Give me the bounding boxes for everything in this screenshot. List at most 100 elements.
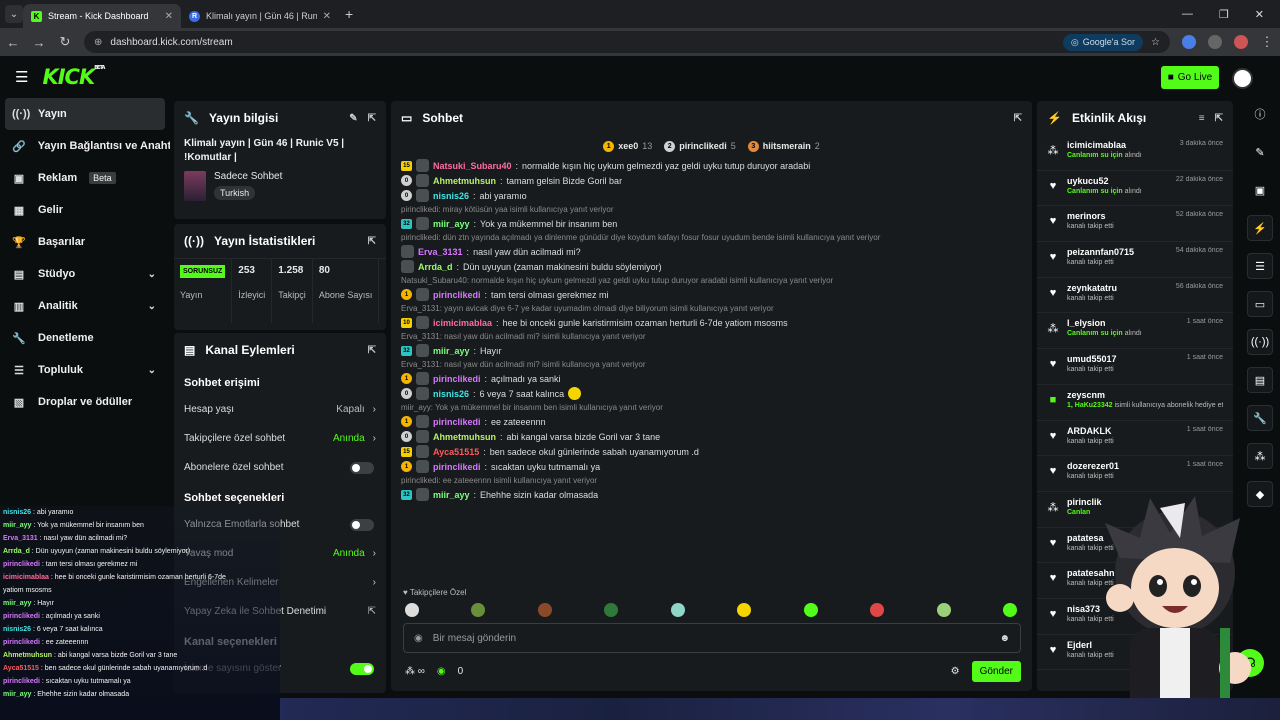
chevron-down-icon[interactable]: ⌄	[148, 301, 156, 312]
emote-icon[interactable]	[737, 603, 752, 617]
url-field[interactable]: ⊕ dashboard.kick.com/stream ◎ Google'a So…	[84, 31, 1170, 53]
popout-icon[interactable]: ⇱	[368, 606, 376, 617]
close-window-icon[interactable]: ✕	[1255, 8, 1264, 21]
chat-input[interactable]: ◉ Bir mesaj gönderin ☻	[403, 623, 1021, 653]
chat-username[interactable]: pirinclikedi	[433, 373, 481, 385]
points-icon[interactable]: ⁂ ∞	[405, 666, 425, 677]
chat-icon[interactable]: ▭	[1247, 291, 1273, 317]
top-gifter-3[interactable]: 3 hiitsmerain 2	[747, 140, 820, 152]
chat-username[interactable]: miir_ayy	[433, 218, 470, 230]
bookmark-star-icon[interactable]: ☆	[1151, 37, 1160, 48]
hamburger-menu-icon[interactable]: ☰	[15, 68, 28, 86]
chat-message[interactable]: Erva_3131: nasıl yaw dün acilmadi mi?	[401, 245, 1021, 258]
chat-message[interactable]: 1 pirinclikedi: açılmadı ya sanki	[401, 372, 1021, 385]
chat-message[interactable]: 1 pirinclikedi: tam tersi olması gerekmez …	[401, 288, 1021, 301]
sidebar-item-1[interactable]: ((·)) Yayın	[5, 98, 165, 130]
chat-message[interactable]: 1 pirinclikedi: ee zateeennn	[401, 415, 1021, 428]
chat-settings-icon[interactable]: ◉	[414, 633, 423, 644]
chevron-right-icon[interactable]: ›	[373, 577, 376, 588]
chat-username[interactable]: pirinclikedi	[433, 416, 481, 428]
emote-icon[interactable]	[471, 603, 486, 617]
setting-row[interactable]: Takipçilere özel sohbet Anında ›	[174, 424, 386, 453]
info-icon[interactable]: ⓘ	[1247, 101, 1273, 127]
tab-search-icon[interactable]: ⌄	[5, 5, 23, 23]
channel-icon[interactable]: ▤	[1247, 367, 1273, 393]
chevron-right-icon[interactable]: ›	[373, 433, 376, 444]
chat-username[interactable]: miir_ayy	[433, 345, 470, 357]
restore-icon[interactable]: ❐	[1219, 8, 1229, 21]
new-tab-icon[interactable]: +	[345, 6, 353, 22]
sidebar-item-6[interactable]: ▤ Stüdyo ⌄	[0, 258, 170, 290]
chat-message[interactable]: 0 nisnis26:6 veya 7 saat kalınca	[401, 387, 1021, 400]
gear-icon[interactable]: ⚙	[951, 666, 960, 677]
tab-stream-page[interactable]: R Klimalı yayın | Gün 46 | Runic V ✕	[181, 4, 339, 28]
emote-icon[interactable]	[870, 603, 885, 617]
feed-item[interactable]: ♥ ARDAKLK 1 saat önce kanalı takip etti	[1037, 421, 1233, 457]
extensions-puzzle-icon[interactable]	[1208, 35, 1222, 49]
site-info-icon[interactable]: ⊕	[94, 37, 102, 48]
toggle-switch[interactable]	[350, 662, 374, 675]
chat-message[interactable]: 1 pirinclikedi: sıcaktan uyku tutmamalı ya	[401, 460, 1021, 473]
chevron-down-icon[interactable]: ⌄	[148, 269, 156, 280]
chat-username[interactable]: Natsuki_Subaru40	[433, 160, 512, 172]
popout-icon[interactable]: ⇱	[368, 345, 376, 356]
google-ask-button[interactable]: ◎ Google'a Sor	[1062, 33, 1144, 51]
sidebar-item-4[interactable]: ▦ Gelir	[0, 194, 170, 226]
popout-icon[interactable]: ⇱	[368, 236, 376, 247]
sidebar-item-2[interactable]: 🔗 Yayın Bağlantısı ve Anahtar	[0, 130, 170, 162]
points-icon[interactable]: ⁂	[1247, 443, 1273, 469]
popout-icon[interactable]: ⇱	[368, 113, 376, 124]
wrench-icon[interactable]: 🔧	[1247, 405, 1273, 431]
chat-message[interactable]: 10 icimicimablaa: hee bi onceki gunle kari…	[401, 316, 1021, 329]
chat-username[interactable]: Erva_3131	[418, 246, 463, 258]
emote-icon[interactable]	[537, 603, 552, 617]
feed-item[interactable]: ♥ umud55017 1 saat önce kanalı takip etti	[1037, 349, 1233, 385]
chat-username[interactable]: nisnis26	[433, 190, 469, 202]
chat-message[interactable]: Arrda_d: Dün uyuyun (zaman makinesini bul…	[401, 260, 1021, 273]
chat-username[interactable]: pirinclikedi	[433, 289, 481, 301]
emote-icon[interactable]	[1002, 603, 1017, 617]
chat-message[interactable]: 32 miir_ayy: Yok ya mükemmel bir insanım b…	[401, 217, 1021, 230]
extension-icon[interactable]	[1182, 35, 1196, 49]
toggle-switch[interactable]	[350, 518, 374, 531]
emote-icon[interactable]	[670, 603, 685, 617]
emoji-icon[interactable]: ☻	[999, 633, 1010, 644]
chat-message[interactable]: 15 Natsuki_Subaru40: normalde kışın hiç uy…	[401, 159, 1021, 172]
kick-logo[interactable]: KICKBETA	[42, 65, 105, 89]
top-gifter-2[interactable]: 2 pirinclikedi 5	[664, 140, 736, 152]
feed-item[interactable]: ⁂ l_elysion 1 saat önce Canlanım su için al…	[1037, 313, 1233, 350]
chat-username[interactable]: miir_ayy	[433, 489, 470, 501]
chevron-down-icon[interactable]: ⌄	[148, 365, 156, 376]
avatar[interactable]	[1232, 68, 1253, 89]
go-live-button[interactable]: ■ Go Live	[1161, 66, 1219, 89]
emote-icon[interactable]	[604, 603, 619, 617]
chat-username[interactable]: Ahmetmuhsun	[433, 175, 496, 187]
pencil-icon[interactable]: ✎	[1247, 139, 1273, 165]
chat-message[interactable]: 0 Ahmetmuhsun: tamam gelsin Bizde Goril ba…	[401, 174, 1021, 187]
ad-icon[interactable]: ▣	[1247, 177, 1273, 203]
broadcast-icon[interactable]: ((·))	[1247, 329, 1273, 355]
chevron-right-icon[interactable]: ›	[373, 404, 376, 415]
lightning-icon[interactable]: ⚡	[1247, 215, 1273, 241]
popout-icon[interactable]: ⇱	[1014, 113, 1022, 124]
close-icon[interactable]: ✕	[165, 11, 173, 22]
chat-message[interactable]: 32 miir_ayy: Hayır	[401, 344, 1021, 357]
chat-username[interactable]: Ayca51515	[433, 446, 479, 458]
profile-icon[interactable]	[1234, 35, 1248, 49]
chat-username[interactable]: Ahmetmuhsun	[433, 431, 496, 443]
emote-icon[interactable]	[405, 603, 419, 617]
back-icon[interactable]: ←	[6, 35, 20, 50]
sidebar-item-9[interactable]: ☰ Topluluk ⌄	[0, 354, 170, 386]
feed-item[interactable]: ♥ zeynkatatru 56 dakika önce kanalı takip e…	[1037, 278, 1233, 314]
filter-icon[interactable]: ≡	[1199, 113, 1205, 124]
feed-item[interactable]: ♥ uykucu52 22 dakika önce Canlanım su için …	[1037, 171, 1233, 207]
toggle-switch[interactable]	[350, 461, 374, 474]
sidebar-item-7[interactable]: ▥ Analitik ⌄	[0, 290, 170, 322]
chat-username[interactable]: Arrda_d	[418, 261, 453, 273]
tab-kick-dashboard[interactable]: K Stream - Kick Dashboard ✕	[23, 4, 181, 28]
forward-icon[interactable]: →	[32, 35, 46, 50]
emote-icon[interactable]	[936, 603, 951, 617]
list-icon[interactable]: ☰	[1247, 253, 1273, 279]
more-menu-icon[interactable]: ⋮	[1260, 34, 1274, 50]
popout-icon[interactable]: ⇱	[1215, 113, 1223, 124]
